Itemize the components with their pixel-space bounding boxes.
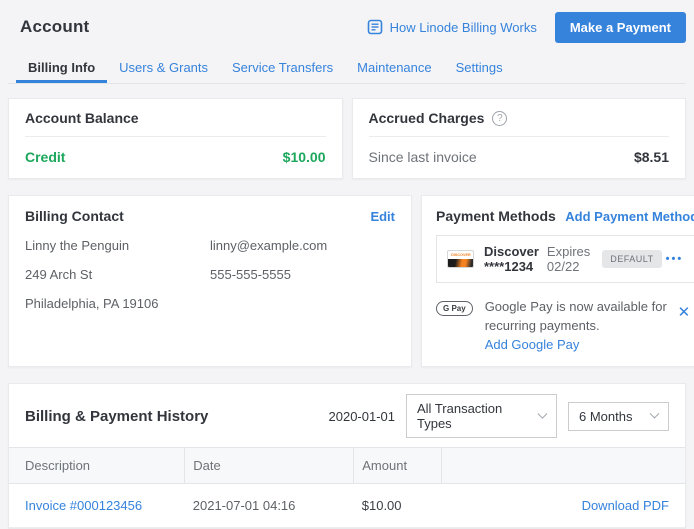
invoice-link[interactable]: Invoice #000123456 — [25, 498, 142, 513]
divider — [25, 136, 326, 137]
column-actions — [442, 448, 685, 484]
contact-comm-column: linny@example.com 555-555-5555 — [210, 238, 395, 325]
transaction-type-value: All Transaction Types — [417, 401, 531, 431]
history-start-date: 2020-01-01 — [329, 409, 396, 424]
billing-contact-title: Billing Contact — [25, 208, 124, 224]
summary-cards: Account Balance Credit $10.00 Accrued Ch… — [8, 98, 686, 179]
contact-address2: Philadelphia, PA 19106 — [25, 296, 210, 311]
detail-cards: Billing Contact Edit Linny the Penguin 2… — [8, 195, 686, 367]
accrued-charges-title: Accrued Charges — [369, 110, 485, 126]
contact-address-column: Linny the Penguin 249 Arch St Philadelph… — [25, 238, 210, 325]
transaction-type-select[interactable]: All Transaction Types — [406, 394, 557, 438]
header-actions: How Linode Billing Works Make a Payment — [367, 12, 686, 43]
history-filters: 2020-01-01 All Transaction Types 6 Month… — [329, 394, 670, 438]
add-payment-method-link[interactable]: Add Payment Method — [565, 209, 694, 224]
discover-card-icon: DISCOVER — [447, 250, 474, 268]
invoice-amount: $10.00 — [354, 484, 442, 528]
how-billing-works-label: How Linode Billing Works — [390, 20, 537, 35]
contact-phone: 555-555-5555 — [210, 267, 395, 282]
make-payment-button[interactable]: Make a Payment — [555, 12, 686, 43]
billing-page: Account How Linode Billing Works Make a … — [0, 0, 694, 529]
contact-email: linny@example.com — [210, 238, 395, 253]
document-icon — [367, 19, 383, 35]
google-pay-icon: G Pay — [436, 301, 473, 316]
payment-method-row: DISCOVER Discover ****1234 Expires 02/22… — [436, 235, 694, 283]
tab-users-grants[interactable]: Users & Grants — [107, 51, 220, 83]
payment-methods-card: Payment Methods Add Payment Method DISCO… — [421, 195, 694, 367]
help-icon[interactable]: ? — [492, 111, 507, 126]
table-row: Invoice #000123456 2021-07-01 04:16 $10.… — [9, 484, 685, 528]
time-range-select[interactable]: 6 Months — [568, 402, 669, 431]
tab-service-transfers[interactable]: Service Transfers — [220, 51, 345, 83]
contact-address1: 249 Arch St — [25, 267, 210, 282]
payment-methods-title: Payment Methods — [436, 208, 556, 224]
accrued-amount: $8.51 — [634, 149, 669, 165]
card-expiry-label: Expires 02/22 — [547, 244, 590, 274]
tab-billing-info[interactable]: Billing Info — [16, 51, 107, 83]
history-table-header: Description Date Amount — [9, 448, 685, 484]
credit-amount: $10.00 — [283, 149, 326, 165]
history-table: Description Date Amount Invoice #0001234… — [9, 447, 685, 528]
google-pay-banner: G Pay Google Pay is now available for re… — [436, 297, 694, 354]
google-pay-message: Google Pay is now available for recurrin… — [485, 299, 667, 333]
chevron-down-icon — [650, 408, 660, 418]
edit-contact-link[interactable]: Edit — [370, 209, 395, 224]
contact-name: Linny the Penguin — [25, 238, 210, 253]
divider — [369, 136, 670, 137]
billing-history-title: Billing & Payment History — [25, 408, 208, 425]
billing-history-card: Billing & Payment History 2020-01-01 All… — [8, 383, 686, 529]
billing-contact-card: Billing Contact Edit Linny the Penguin 2… — [8, 195, 412, 367]
tab-settings[interactable]: Settings — [444, 51, 515, 83]
accrued-charges-card: Accrued Charges ? Since last invoice $8.… — [352, 98, 687, 179]
add-google-pay-link[interactable]: Add Google Pay — [485, 337, 580, 352]
card-number-label: Discover ****1234 — [484, 244, 539, 274]
column-date: Date — [185, 448, 354, 484]
account-tabs: Billing Info Users & Grants Service Tran… — [8, 51, 686, 84]
account-balance-card: Account Balance Credit $10.00 — [8, 98, 343, 179]
column-description: Description — [9, 448, 185, 484]
invoice-date: 2021-07-01 04:16 — [185, 484, 354, 528]
account-balance-title: Account Balance — [25, 110, 139, 126]
page-header: Account How Linode Billing Works Make a … — [8, 8, 686, 42]
column-amount: Amount — [354, 448, 442, 484]
time-range-value: 6 Months — [579, 409, 632, 424]
page-title: Account — [20, 17, 89, 37]
since-last-invoice-label: Since last invoice — [369, 149, 477, 165]
close-icon[interactable]: ✕ — [678, 297, 694, 321]
card-actions-menu-icon[interactable]: ••• — [662, 251, 688, 267]
how-billing-works-link[interactable]: How Linode Billing Works — [367, 19, 537, 35]
chevron-down-icon — [538, 408, 548, 418]
credit-label: Credit — [25, 149, 65, 165]
tab-maintenance[interactable]: Maintenance — [345, 51, 443, 83]
default-badge: DEFAULT — [602, 250, 661, 268]
download-pdf-link[interactable]: Download PDF — [582, 498, 669, 513]
